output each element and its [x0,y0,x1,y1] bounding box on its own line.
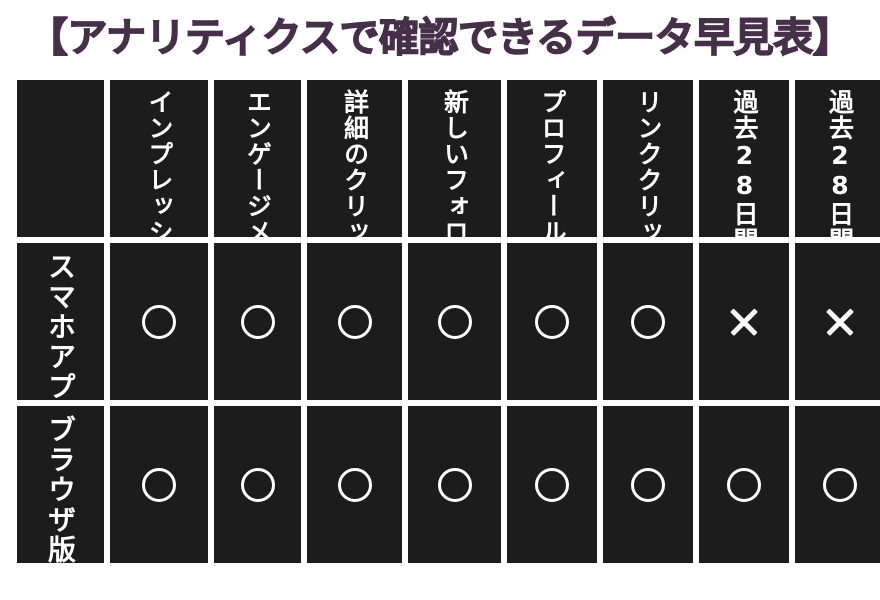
column-header-label: プロフィールのアクセス数 [538,89,567,237]
circle-mark-icon [822,467,857,502]
column-header-impressions: インプレッション数 [110,80,208,237]
circle-mark-icon [337,467,372,502]
cross-mark-icon [729,307,759,337]
column-header-profile-visits: プロフィールのアクセス数 [507,80,597,237]
table-cell-browser-link-clicks [603,406,693,563]
table-corner-cell [17,80,104,237]
table-cell-browser-impressions [110,406,208,563]
cross-mark-icon [825,307,855,337]
circle-mark-icon [437,467,472,502]
table-cell-app-profile-visits [507,243,597,400]
circle-mark-icon [337,304,372,339]
table-cell-app-engagement [214,243,301,400]
column-header-label: 詳細のクリック数 [340,89,370,237]
circle-mark-icon [142,304,176,339]
table-cell-browser-detail-clicks [307,406,402,563]
column-header-new-followers: 新しいフォロワー数 [408,80,501,237]
column-header-label: 過去28日間のデータ数値 [826,89,855,237]
table-cell-app-28day-trend [699,243,789,400]
row-header-smartphone-app: スマホアプリ版 [17,243,104,400]
table-cell-app-new-followers [408,243,501,400]
circle-mark-icon [631,304,665,339]
column-header-engagement: エンゲージメント [214,80,301,237]
page-title: 【アナリティクスで確認できるデータ早見表】 [27,14,853,61]
circle-mark-icon [727,467,761,502]
circle-mark-icon [535,304,569,339]
circle-mark-icon [631,467,665,502]
column-header-detail-clicks: 詳細のクリック数 [307,80,402,237]
table-cell-app-detail-clicks [307,243,402,400]
column-header-28day-values: 過去28日間のデータ数値 [795,80,880,237]
circle-mark-icon [142,467,176,502]
circle-mark-icon [437,304,472,339]
column-header-label: リンククリック数 [634,89,663,237]
availability-table: インプレッション数 エンゲージメント 詳細のクリック数 新しいフォロワー数 プロ… [17,80,880,563]
table-cell-browser-28day-values [795,406,880,563]
column-header-label: エンゲージメント [243,89,273,237]
table-cell-browser-profile-visits [507,406,597,563]
table-cell-app-link-clicks [603,243,693,400]
circle-mark-icon [240,467,275,502]
page-root: 【アナリティクスで確認できるデータ早見表】 インプレッション数 エンゲージメント… [0,0,880,600]
column-header-label: インプレッション数 [145,89,174,237]
table-cell-app-28day-values [795,243,880,400]
column-header-label: 新しいフォロワー数 [440,89,470,237]
table-cell-app-impressions [110,243,208,400]
table-cell-browser-engagement [214,406,301,563]
column-header-link-clicks: リンククリック数 [603,80,693,237]
circle-mark-icon [535,467,569,502]
column-header-label: 過去28日間のデータ推移 [730,89,759,237]
circle-mark-icon [240,304,275,339]
row-header-label: ブラウザ版 [44,414,78,564]
row-header-label: スマホアプリ版 [44,251,78,401]
row-header-browser: ブラウザ版 [17,406,104,563]
table-cell-browser-28day-trend [699,406,789,563]
column-header-28day-trend: 過去28日間のデータ推移 [699,80,789,237]
table-cell-browser-new-followers [408,406,501,563]
